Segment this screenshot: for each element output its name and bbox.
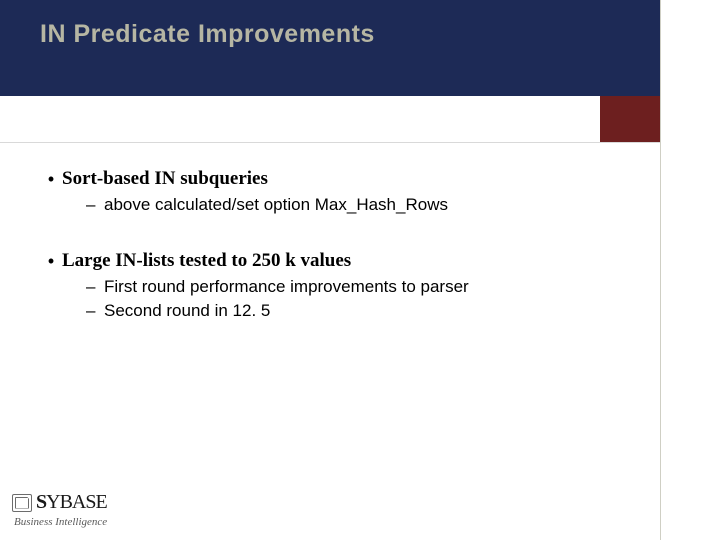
spacer: [40, 218, 600, 240]
bullet-dot-icon: •: [40, 250, 62, 272]
bullet-level2: – Second round in 12. 5: [86, 300, 600, 322]
bullet-text: Large IN-lists tested to 250 k values: [62, 250, 351, 272]
bullet-level2: – First round performance improvements t…: [86, 276, 600, 298]
bullet-level1: • Large IN-lists tested to 250 k values: [40, 250, 600, 272]
bullet-level2: – above calculated/set option Max_Hash_R…: [86, 194, 600, 216]
content-area: • Sort-based IN subqueries – above calcu…: [40, 158, 600, 324]
bullet-dash-icon: –: [86, 300, 104, 322]
right-column: [660, 0, 720, 540]
bullet-text: Sort-based IN subqueries: [62, 168, 268, 190]
logo-mark-icon: [12, 494, 32, 512]
logo-prefix: S: [36, 491, 46, 513]
slide-title: IN Predicate Improvements: [40, 20, 375, 49]
accent-block: [600, 96, 660, 142]
logo: SYBASE: [12, 491, 107, 514]
bullet-subtext: above calculated/set option Max_Hash_Row…: [104, 194, 448, 216]
bullet-dot-icon: •: [40, 168, 62, 190]
bullet-dash-icon: –: [86, 194, 104, 216]
bullet-dash-icon: –: [86, 276, 104, 298]
logo-text: SYBASE: [36, 491, 107, 514]
logo-rest: YBASE: [46, 491, 107, 513]
bullet-level1: • Sort-based IN subqueries: [40, 168, 600, 190]
footer-tagline: Business Intelligence: [14, 516, 107, 528]
footer: SYBASE Business Intelligence: [12, 491, 107, 528]
accent-divider: [0, 142, 660, 143]
slide: IN Predicate Improvements • Sort-based I…: [0, 0, 720, 540]
bullet-subtext: First round performance improvements to …: [104, 276, 469, 298]
bullet-subtext: Second round in 12. 5: [104, 300, 270, 322]
